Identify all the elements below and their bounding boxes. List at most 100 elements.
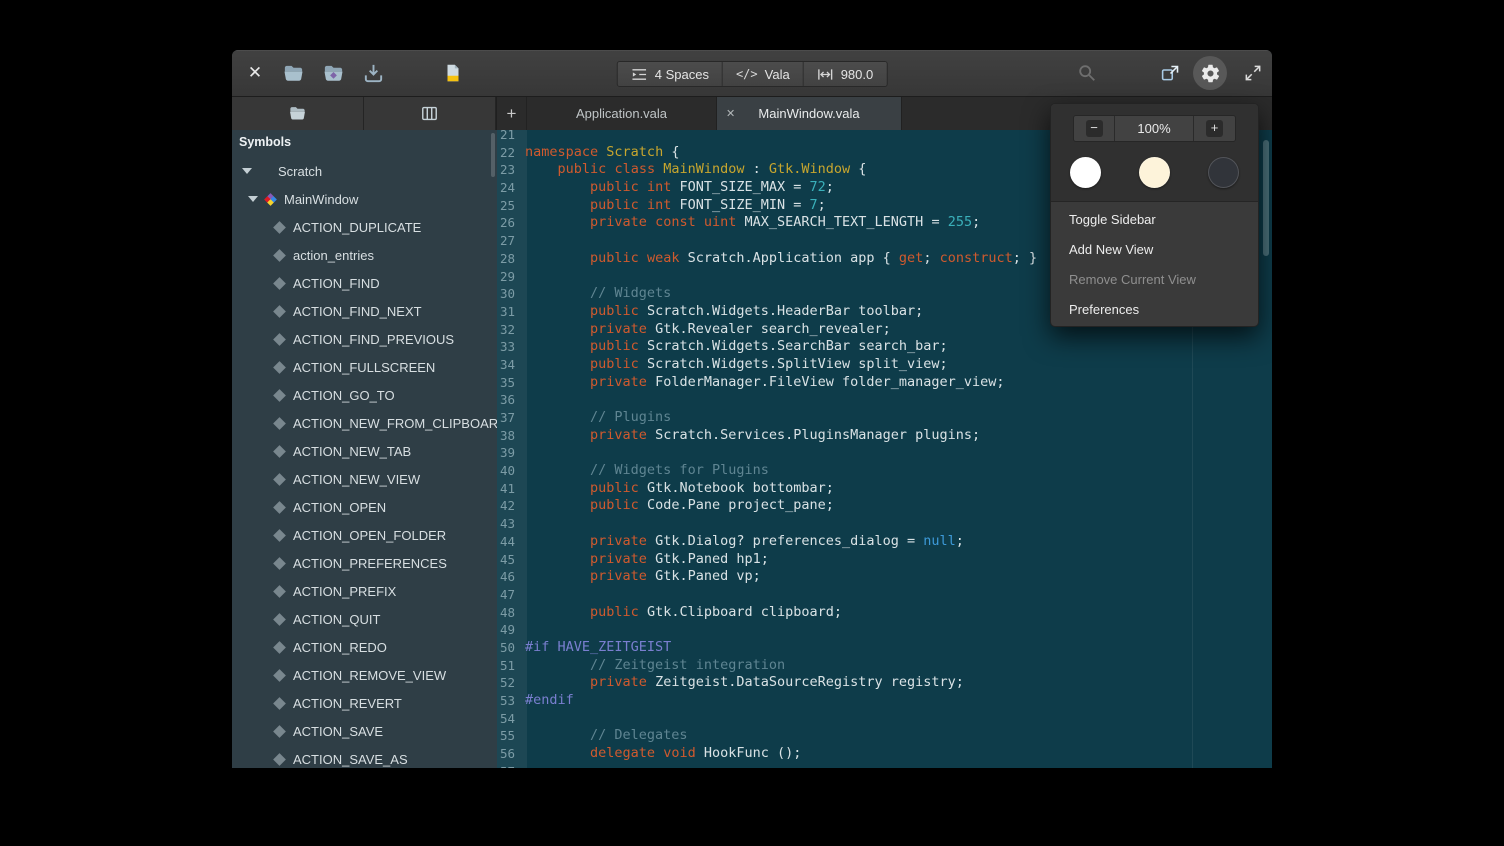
save-button[interactable] bbox=[356, 56, 390, 90]
code-text: namespace Scratch { bbox=[521, 144, 679, 162]
code-line-42[interactable]: 42 public Code.Pane project_pane; bbox=[497, 497, 1272, 515]
color-scheme-light[interactable] bbox=[1070, 157, 1101, 188]
language-button[interactable]: </> Vala bbox=[723, 62, 804, 86]
chevron-down-icon[interactable] bbox=[248, 196, 258, 202]
sidebar-item-ACTION_PREFERENCES[interactable]: ACTION_PREFERENCES bbox=[232, 549, 497, 577]
member-symbol-icon bbox=[273, 389, 286, 402]
code-text: private Gtk.Paned hp1; bbox=[521, 551, 769, 569]
fullscreen-icon bbox=[1243, 63, 1263, 83]
color-scheme-solarized-light[interactable] bbox=[1139, 157, 1170, 188]
code-line-33[interactable]: 33 public Scratch.Widgets.SearchBar sear… bbox=[497, 338, 1272, 356]
sidebar-item-ACTION_OPEN[interactable]: ACTION_OPEN bbox=[232, 493, 497, 521]
sidebar-item-ACTION_FIND_NEXT[interactable]: ACTION_FIND_NEXT bbox=[232, 297, 497, 325]
code-line-55[interactable]: 55 // Delegates bbox=[497, 727, 1272, 745]
code-text: delegate void HookFunc (); bbox=[521, 745, 801, 763]
sidebar-item-ACTION_FULLSCREEN[interactable]: ACTION_FULLSCREEN bbox=[232, 353, 497, 381]
settings-menu: Toggle SidebarAdd New ViewRemove Current… bbox=[1051, 202, 1258, 326]
code-line-48[interactable]: 48 public Gtk.Clipboard clipboard; bbox=[497, 604, 1272, 622]
symbol-label: ACTION_PREFIX bbox=[293, 584, 396, 599]
code-text: public Gtk.Clipboard clipboard; bbox=[521, 604, 842, 622]
code-text: private Zeitgeist.DataSourceRegistry reg… bbox=[521, 674, 964, 692]
code-line-52[interactable]: 52 private Zeitgeist.DataSourceRegistry … bbox=[497, 674, 1272, 692]
new-tab-button[interactable]: + bbox=[497, 97, 527, 130]
sidebar-item-action_entries[interactable]: action_entries bbox=[232, 241, 497, 269]
open-file-button[interactable] bbox=[276, 56, 310, 90]
line-number: 52 bbox=[497, 674, 521, 692]
zoom-level-button[interactable]: 100% bbox=[1115, 116, 1194, 141]
code-line-44[interactable]: 44 private Gtk.Dialog? preferences_dialo… bbox=[497, 533, 1272, 551]
outline-columns-icon bbox=[420, 104, 439, 123]
symbols-sidebar: Symbols ScratchMainWindowACTION_DUPLICAT… bbox=[232, 130, 497, 768]
code-line-34[interactable]: 34 public Scratch.Widgets.SplitView spli… bbox=[497, 356, 1272, 374]
code-line-57[interactable]: 57 bbox=[497, 763, 1272, 768]
sidebar-item-ACTION_NEW_FROM_CLIPBOARD[interactable]: ACTION_NEW_FROM_CLIPBOARD bbox=[232, 409, 497, 437]
code-line-51[interactable]: 51 // Zeitgeist integration bbox=[497, 657, 1272, 675]
color-scheme-dark[interactable] bbox=[1208, 157, 1239, 188]
code-line-56[interactable]: 56 delegate void HookFunc (); bbox=[497, 745, 1272, 763]
symbols-pane-button[interactable] bbox=[364, 97, 496, 130]
code-line-40[interactable]: 40 // Widgets for Plugins bbox=[497, 462, 1272, 480]
zoom-out-button[interactable]: − bbox=[1074, 116, 1115, 141]
code-text: private Gtk.Dialog? preferences_dialog =… bbox=[521, 533, 964, 551]
code-line-43[interactable]: 43 bbox=[497, 515, 1272, 533]
code-line-35[interactable]: 35 private FolderManager.FileView folder… bbox=[497, 374, 1272, 392]
menu-item-preferences[interactable]: Preferences bbox=[1051, 294, 1258, 324]
member-symbol-icon bbox=[273, 445, 286, 458]
zoom-in-button[interactable]: + bbox=[1194, 116, 1235, 141]
sidebar-item-ACTION_DUPLICATE[interactable]: ACTION_DUPLICATE bbox=[232, 213, 497, 241]
sidebar-item-ACTION_NEW_TAB[interactable]: ACTION_NEW_TAB bbox=[232, 437, 497, 465]
code-text: #endif bbox=[521, 692, 574, 710]
sidebar-item-ACTION_FIND_PREVIOUS[interactable]: ACTION_FIND_PREVIOUS bbox=[232, 325, 497, 353]
folder-pane-button[interactable] bbox=[232, 97, 364, 130]
code-text: public int FONT_SIZE_MIN = 7; bbox=[521, 197, 826, 215]
code-line-49[interactable]: 49 bbox=[497, 621, 1272, 639]
sidebar-item-ACTION_GO_TO[interactable]: ACTION_GO_TO bbox=[232, 381, 497, 409]
tab-close-icon[interactable]: ✕ bbox=[726, 107, 735, 120]
sidebar-item-ACTION_REMOVE_VIEW[interactable]: ACTION_REMOVE_VIEW bbox=[232, 661, 497, 689]
code-line-37[interactable]: 37 // Plugins bbox=[497, 409, 1272, 427]
sidebar-item-ACTION_PREFIX[interactable]: ACTION_PREFIX bbox=[232, 577, 497, 605]
search-button[interactable] bbox=[1070, 56, 1104, 90]
code-text bbox=[521, 268, 525, 286]
menu-item-add-new-view[interactable]: Add New View bbox=[1051, 234, 1258, 264]
sidebar-item-MainWindow[interactable]: MainWindow bbox=[232, 185, 497, 213]
settings-button[interactable] bbox=[1193, 56, 1227, 90]
code-line-36[interactable]: 36 bbox=[497, 391, 1272, 409]
toolbar-center-group: 4 Spaces </> Vala 980.0 bbox=[617, 61, 888, 87]
sidebar-item-ACTION_NEW_VIEW[interactable]: ACTION_NEW_VIEW bbox=[232, 465, 497, 493]
editor-scrollbar[interactable] bbox=[1263, 140, 1269, 256]
sidebar-item-ACTION_QUIT[interactable]: ACTION_QUIT bbox=[232, 605, 497, 633]
line-number: 29 bbox=[497, 268, 521, 286]
member-symbol-icon bbox=[273, 557, 286, 570]
fullscreen-button[interactable] bbox=[1236, 56, 1270, 90]
share-button[interactable] bbox=[1153, 56, 1187, 90]
goto-line-button[interactable]: 980.0 bbox=[804, 62, 887, 86]
sidebar-item-ACTION_REDO[interactable]: ACTION_REDO bbox=[232, 633, 497, 661]
window-close-button[interactable]: ✕ bbox=[238, 56, 272, 90]
sidebar-item-ACTION_FIND[interactable]: ACTION_FIND bbox=[232, 269, 497, 297]
code-line-45[interactable]: 45 private Gtk.Paned hp1; bbox=[497, 551, 1272, 569]
chevron-down-icon[interactable] bbox=[242, 168, 252, 174]
sidebar-item-Scratch[interactable]: Scratch bbox=[232, 157, 497, 185]
code-line-41[interactable]: 41 public Gtk.Notebook bottombar; bbox=[497, 480, 1272, 498]
tab-Application.vala[interactable]: Application.vala bbox=[527, 97, 717, 130]
menu-item-toggle-sidebar[interactable]: Toggle Sidebar bbox=[1051, 204, 1258, 234]
sidebar-item-ACTION_SAVE_AS[interactable]: ACTION_SAVE_AS bbox=[232, 745, 497, 768]
symbol-label: ACTION_NEW_VIEW bbox=[293, 472, 420, 487]
new-from-template-button[interactable] bbox=[436, 56, 470, 90]
code-line-39[interactable]: 39 bbox=[497, 444, 1272, 462]
code-line-38[interactable]: 38 private Scratch.Services.PluginsManag… bbox=[497, 427, 1272, 445]
tab-MainWindow.vala[interactable]: ✕MainWindow.vala bbox=[717, 97, 902, 130]
sidebar-item-ACTION_OPEN_FOLDER[interactable]: ACTION_OPEN_FOLDER bbox=[232, 521, 497, 549]
member-symbol-icon bbox=[273, 417, 286, 430]
code-line-50[interactable]: 50#if HAVE_ZEITGEIST bbox=[497, 639, 1272, 657]
code-line-47[interactable]: 47 bbox=[497, 586, 1272, 604]
code-line-46[interactable]: 46 private Gtk.Paned vp; bbox=[497, 568, 1272, 586]
code-line-54[interactable]: 54 bbox=[497, 710, 1272, 728]
open-project-button[interactable] bbox=[316, 56, 350, 90]
sidebar-item-ACTION_REVERT[interactable]: ACTION_REVERT bbox=[232, 689, 497, 717]
sidebar-item-ACTION_SAVE[interactable]: ACTION_SAVE bbox=[232, 717, 497, 745]
code-line-53[interactable]: 53#endif bbox=[497, 692, 1272, 710]
indentation-button[interactable]: 4 Spaces bbox=[618, 62, 723, 86]
sidebar-scrollbar[interactable] bbox=[491, 133, 495, 177]
